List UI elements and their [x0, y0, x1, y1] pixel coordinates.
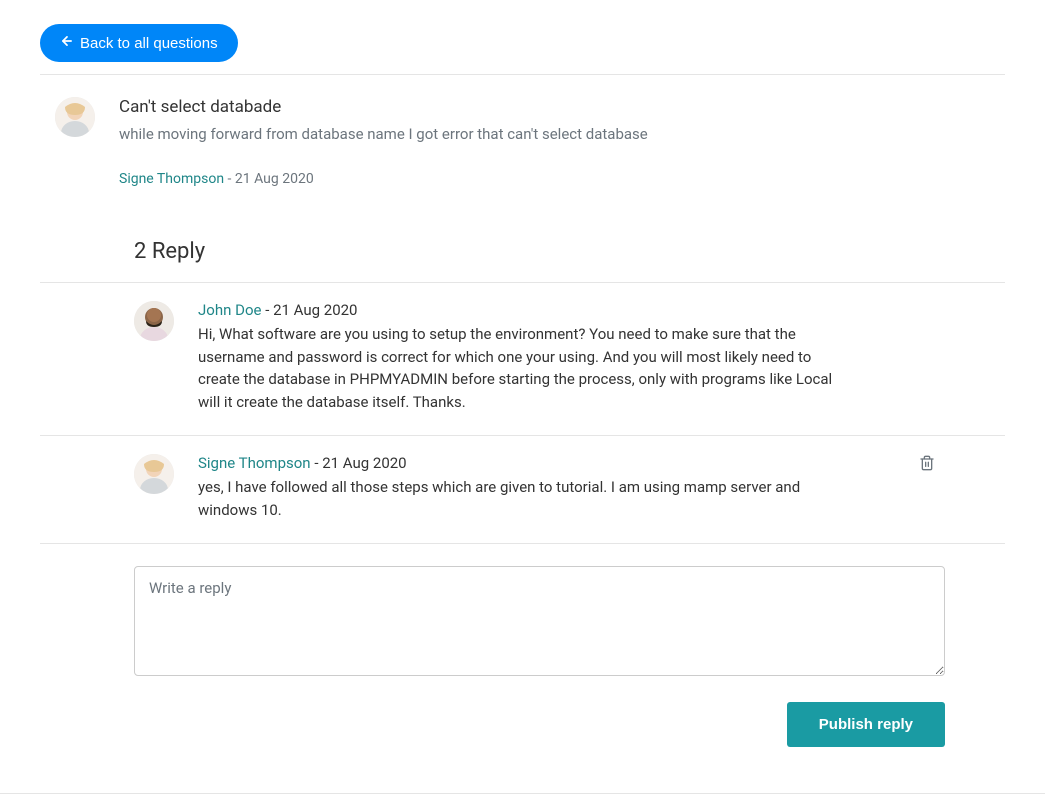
reply-textarea[interactable] — [134, 566, 945, 676]
question-date: 21 Aug 2020 — [235, 171, 314, 187]
reply-text: Hi, What software are you using to setup… — [198, 323, 838, 413]
reply-author-avatar — [134, 301, 174, 341]
reply-item: Signe Thompson - 21 Aug 2020 yes, I have… — [40, 436, 1005, 544]
publish-reply-button[interactable]: Publish reply — [787, 702, 945, 747]
reply-author-link[interactable]: Signe Thompson — [198, 454, 311, 472]
reply-count-header: 2 Reply — [134, 239, 1005, 264]
reply-date: 21 Aug 2020 — [322, 454, 406, 472]
trash-icon[interactable] — [919, 454, 935, 476]
arrow-left-icon — [60, 34, 74, 52]
question-section: Can't select databade while moving forwa… — [40, 75, 1005, 187]
reply-author-link[interactable]: John Doe — [198, 301, 261, 319]
reply-meta: John Doe - 21 Aug 2020 — [198, 301, 990, 319]
reply-text: yes, I have followed all those steps whi… — [198, 476, 838, 521]
reply-date: 21 Aug 2020 — [273, 301, 357, 319]
back-button[interactable]: Back to all questions — [40, 24, 238, 62]
question-meta: Signe Thompson - 21 Aug 2020 — [119, 171, 990, 187]
reply-form: Publish reply — [40, 544, 1005, 769]
reply-author-avatar — [134, 454, 174, 494]
question-title: Can't select databade — [119, 97, 990, 117]
reply-item: John Doe - 21 Aug 2020 Hi, What software… — [40, 283, 1005, 436]
back-button-label: Back to all questions — [80, 35, 218, 52]
question-author-link[interactable]: Signe Thompson — [119, 171, 224, 187]
question-description: while moving forward from database name … — [119, 125, 990, 143]
question-author-avatar — [55, 97, 95, 137]
reply-meta: Signe Thompson - 21 Aug 2020 — [198, 454, 990, 472]
